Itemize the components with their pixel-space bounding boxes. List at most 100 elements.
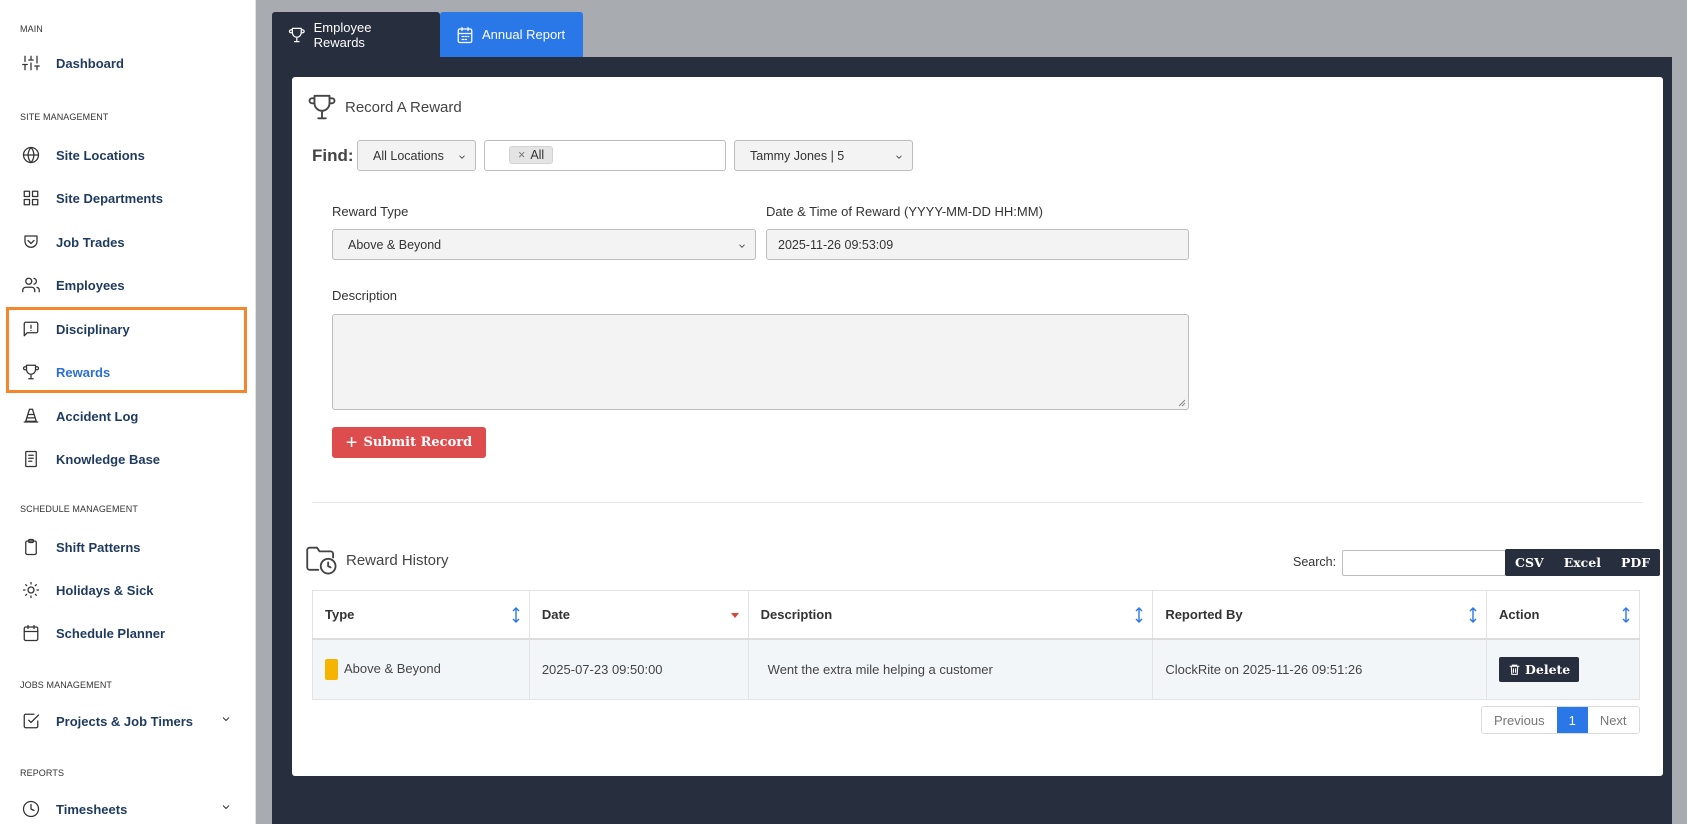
grid-icon bbox=[20, 187, 42, 209]
trophy-icon bbox=[308, 94, 336, 120]
description-textarea[interactable] bbox=[332, 314, 1189, 410]
delete-button[interactable]: Delete bbox=[1499, 656, 1580, 682]
sidebar-item-disciplinary[interactable]: Disciplinary bbox=[20, 316, 130, 342]
sidebar: MAIN Dashboard SITE MANAGEMENT Site Loca… bbox=[0, 0, 256, 824]
sidebar-item-schedule-planner[interactable]: Schedule Planner bbox=[20, 620, 165, 646]
chip-remove-icon[interactable]: × bbox=[518, 148, 525, 162]
book-icon bbox=[20, 448, 42, 470]
description-label: Description bbox=[332, 288, 398, 303]
datetime-label: Date & Time of Reward (YYYY-MM-DD HH:MM) bbox=[766, 204, 1043, 219]
section-main-label: MAIN bbox=[20, 24, 43, 34]
cell-reported-by: ClockRite on 2025-11-26 09:51:26 bbox=[1152, 638, 1488, 700]
sidebar-item-label: Projects & Job Timers bbox=[56, 713, 194, 729]
sort-icon bbox=[1622, 607, 1630, 623]
sidebar-item-label: Accident Log bbox=[56, 408, 139, 424]
search-input[interactable] bbox=[1342, 550, 1506, 576]
section-schedule-label: SCHEDULE MANAGEMENT bbox=[20, 504, 138, 514]
calendar-icon bbox=[457, 26, 473, 43]
reward-type-select[interactable]: Above & Beyond bbox=[332, 229, 756, 260]
sidebar-item-employees[interactable]: Employees bbox=[20, 272, 125, 298]
sidebar-item-dashboard[interactable]: Dashboard bbox=[20, 50, 124, 76]
previous-button[interactable]: Previous bbox=[1482, 707, 1557, 733]
tab-employee-rewards[interactable]: Employee Rewards bbox=[272, 12, 440, 57]
pdf-button[interactable]: PDF bbox=[1611, 549, 1660, 576]
column-label: Reported By bbox=[1165, 606, 1243, 622]
table-row: Above & Beyond 2025-07-23 09:50:00 Went … bbox=[312, 638, 1640, 700]
sidebar-item-label: Holidays & Sick bbox=[56, 582, 154, 598]
plus-icon: + bbox=[345, 431, 358, 454]
sidebar-item-shift-patterns[interactable]: Shift Patterns bbox=[20, 534, 141, 560]
chevron-down-icon bbox=[894, 151, 904, 161]
submit-record-button[interactable]: + Submit Record bbox=[332, 427, 486, 458]
column-header-date[interactable]: Date bbox=[528, 590, 749, 640]
sidebar-item-knowledge-base[interactable]: Knowledge Base bbox=[20, 446, 160, 472]
department-multiselect[interactable]: × All bbox=[484, 140, 726, 171]
column-header-action[interactable]: Action bbox=[1486, 590, 1640, 640]
calendar-icon bbox=[20, 622, 42, 644]
trash-icon bbox=[1509, 664, 1520, 675]
employee-select[interactable]: Tammy Jones | 5 bbox=[734, 140, 913, 171]
next-button[interactable]: Next bbox=[1587, 707, 1639, 733]
table-header-row: Type Date Description Reported By Action bbox=[312, 590, 1640, 640]
page-1-button[interactable]: 1 bbox=[1556, 707, 1588, 733]
resize-handle-icon[interactable] bbox=[1178, 399, 1186, 407]
column-header-reported-by[interactable]: Reported By bbox=[1152, 590, 1488, 640]
search-label: Search: bbox=[1293, 555, 1337, 569]
sidebar-item-label: Rewards bbox=[56, 364, 111, 380]
employee-select-value: Tammy Jones | 5 bbox=[750, 148, 845, 163]
tab-label: Employee Rewards bbox=[313, 19, 372, 50]
record-title: Record A Reward bbox=[307, 91, 462, 123]
sidebar-item-label: Site Departments bbox=[56, 190, 163, 206]
sun-icon bbox=[20, 579, 42, 601]
sidebar-item-label: Dashboard bbox=[56, 55, 124, 71]
sidebar-item-holidays-sick[interactable]: Holidays & Sick bbox=[20, 577, 154, 603]
section-reports-label: REPORTS bbox=[20, 768, 65, 778]
sidebar-item-label: Knowledge Base bbox=[56, 451, 161, 467]
trophy-icon bbox=[20, 361, 42, 383]
excel-button[interactable]: Excel bbox=[1554, 549, 1611, 576]
sort-icon bbox=[1469, 607, 1477, 623]
sidebar-item-site-departments[interactable]: Site Departments bbox=[20, 185, 163, 211]
chevron-down-icon bbox=[737, 240, 747, 250]
chevron-down-icon bbox=[220, 801, 236, 817]
sidebar-item-accident-log[interactable]: Accident Log bbox=[20, 403, 138, 429]
csv-button[interactable]: CSV bbox=[1505, 549, 1554, 576]
datetime-input[interactable]: 2025-11-26 09:53:09 bbox=[766, 229, 1189, 260]
message-alert-icon bbox=[20, 318, 42, 340]
sidebar-item-rewards[interactable]: Rewards bbox=[20, 359, 110, 385]
chevron-down-icon bbox=[220, 713, 236, 729]
globe-icon bbox=[20, 144, 42, 166]
sidebar-item-label: Employees bbox=[56, 277, 125, 293]
chip-label: All bbox=[530, 148, 545, 162]
location-select[interactable]: All Locations bbox=[357, 140, 476, 171]
column-header-description[interactable]: Description bbox=[747, 590, 1154, 640]
column-label: Description bbox=[760, 606, 833, 622]
cell-date: 2025-07-23 09:50:00 bbox=[528, 638, 749, 700]
location-select-value: All Locations bbox=[373, 148, 444, 163]
column-header-type[interactable]: Type bbox=[312, 590, 530, 640]
history-title-text: Reward History bbox=[346, 551, 449, 569]
datetime-value: 2025-11-26 09:53:09 bbox=[778, 237, 894, 252]
clock-icon bbox=[20, 798, 42, 820]
sidebar-item-site-locations[interactable]: Site Locations bbox=[20, 142, 145, 168]
tab-annual-report[interactable]: Annual Report bbox=[440, 12, 583, 57]
delete-label: Delete bbox=[1525, 661, 1571, 677]
trophy-icon bbox=[288, 27, 305, 42]
submit-label: Submit Record bbox=[363, 435, 473, 450]
sort-icon bbox=[1135, 607, 1143, 623]
section-site-label: SITE MANAGEMENT bbox=[20, 112, 109, 122]
record-title-text: Record A Reward bbox=[345, 98, 462, 116]
reward-type-label: Reward Type bbox=[332, 204, 409, 219]
cell-type: Above & Beyond bbox=[312, 638, 530, 700]
sidebar-item-label: Schedule Planner bbox=[56, 625, 166, 641]
shield-icon bbox=[20, 231, 42, 253]
export-buttons: CSV Excel PDF bbox=[1505, 549, 1661, 576]
column-label: Type bbox=[325, 606, 355, 622]
find-label: Find: bbox=[312, 146, 354, 165]
sidebar-item-timesheets[interactable]: Timesheets bbox=[20, 796, 240, 822]
sidebar-item-job-trades[interactable]: Job Trades bbox=[20, 229, 125, 255]
sidebar-item-projects-job-timers[interactable]: Projects & Job Timers bbox=[20, 708, 240, 734]
history-title: Reward History bbox=[306, 545, 449, 575]
sort-icon bbox=[512, 607, 520, 623]
sidebar-item-label: Shift Patterns bbox=[56, 539, 141, 555]
